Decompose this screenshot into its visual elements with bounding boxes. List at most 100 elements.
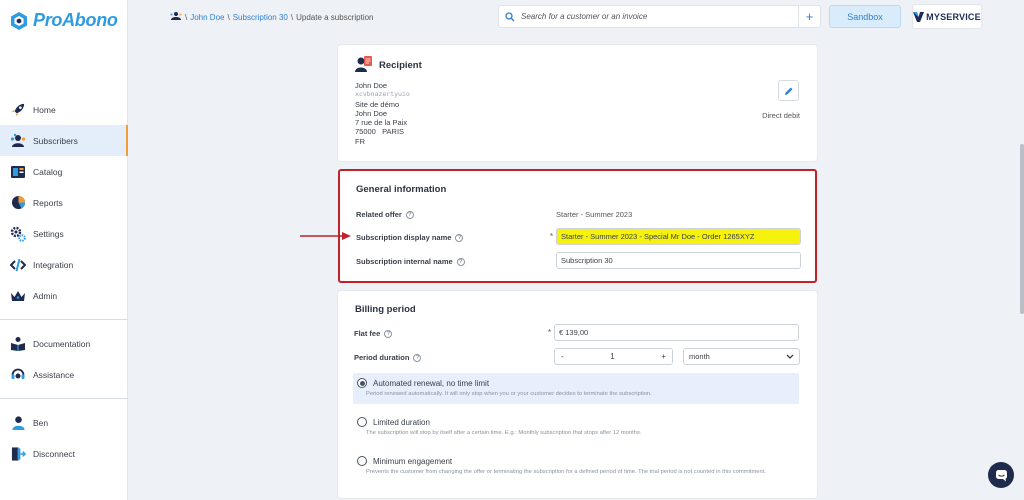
nav-label-catalog: Catalog [33,166,63,177]
general-information-card: General information Related offer ? Star… [338,169,817,283]
nav-item-subscribers[interactable]: Subscribers [0,125,128,156]
sidebar: ProAbono Home Subscribers Catalog Report… [0,0,128,500]
help-icon[interactable]: ? [384,329,393,338]
nav-item-documentation[interactable]: Documentation [0,328,128,359]
period-unit-select[interactable]: month [683,348,800,365]
logo-icon [11,11,27,30]
nav-item-disconnect[interactable]: Disconnect [0,438,128,469]
pencil-icon [784,87,792,95]
breadcrumb-separator: \ [290,12,294,22]
nav-item-catalog[interactable]: Catalog [0,156,128,187]
flat-fee-field[interactable]: € 139,00 [554,324,799,341]
chat-button[interactable] [988,462,1014,488]
rocket-icon [10,102,26,118]
headset-icon [10,367,26,383]
help-icon[interactable]: ? [405,210,414,219]
search-bar: + [498,5,821,28]
option-description: Period renewed automatically. It will on… [366,391,652,397]
display-name-field[interactable]: Starter - Summer 2023 - Special Mr Doe -… [556,228,801,245]
internal-name-field[interactable]: Subscription 30 [556,252,801,269]
breadcrumb-home-icon[interactable] [170,11,182,23]
recipient-country: FR [355,136,365,146]
sandbox-button[interactable]: Sandbox [829,5,901,28]
topbar: \ John Doe \ Subscription 30 \ Update a … [128,0,1024,34]
nav-item-user[interactable]: Ben [0,407,128,438]
scrollbar[interactable] [1018,0,1024,500]
nav-label-reports: Reports [33,197,63,208]
brand-switcher[interactable]: MYSERVICE [912,4,982,29]
add-button[interactable]: + [798,6,820,27]
search-input[interactable] [521,12,798,21]
edit-recipient-button[interactable] [778,80,799,101]
nav-divider [0,398,128,399]
option-description: Prevents the customer from changing the … [366,469,766,475]
help-icon[interactable]: ? [455,233,464,242]
display-name-label: Subscription display name ? [356,233,464,242]
recipient-title: Recipient [379,59,422,71]
recipient-name: John Doe [355,81,388,90]
period-duration-stepper: - 1 + [554,348,673,365]
user-icon [10,415,26,431]
nav-item-settings[interactable]: Settings [0,218,128,249]
billing-period-card: Billing period Flat fee ? * € 139,00 Per… [338,291,817,498]
billing-title: Billing period [355,304,416,315]
recipient-reference: xcvbnazertyuio [355,90,410,99]
period-unit-value: month [689,352,710,361]
breadcrumb-customer[interactable]: John Doe [190,13,224,22]
breadcrumb-current: Update a subscription [296,12,374,22]
period-duration-label: Period duration ? [354,353,422,362]
nav-item-reports[interactable]: Reports [0,187,128,218]
nav-label-documentation: Documentation [33,338,91,349]
renewal-option-automated[interactable]: Automated renewal, no time limit Period … [353,373,799,404]
radio-button[interactable] [357,378,367,388]
nav-item-assistance[interactable]: Assistance [0,359,128,390]
option-label: Automated renewal, no time limit [373,378,490,388]
logout-icon [10,446,26,462]
recipient-city: 75000 PARIS [355,127,405,137]
payment-method: Direct debit [762,111,800,120]
recipient-header: Recipient [355,56,422,74]
radio-button[interactable] [357,456,367,466]
nav-label-home: Home [33,104,56,115]
recipient-card: Recipient John Doe xcvbnazertyuio Site d… [338,45,817,161]
increment-button[interactable]: + [661,352,666,361]
crown-icon [10,288,26,304]
nav-label-assistance: Assistance [33,369,75,380]
help-icon[interactable]: ? [413,353,422,362]
nav-item-admin[interactable]: Admin [0,280,128,311]
recipient-street: 7 rue de la Paix [355,118,408,128]
search-icon[interactable] [499,6,521,27]
radio-button[interactable] [357,417,367,427]
related-offer-value: Starter - Summer 2023 [556,210,633,219]
logo[interactable]: ProAbono [10,10,118,31]
nav-item-home[interactable]: Home [0,94,128,125]
renewal-option-limited[interactable]: Limited duration The subscription will s… [353,412,799,443]
breadcrumb-subscription[interactable]: Subscription 30 [233,13,288,22]
chevron-down-icon [786,354,794,359]
nav-label-settings: Settings [33,228,64,239]
nav-item-integration[interactable]: Integration [0,249,128,280]
stepper-value[interactable]: 1 [610,352,614,361]
recipient-icon [355,56,373,74]
related-offer-label: Related offer ? [356,210,414,219]
main-nav: Home Subscribers Catalog Reports Setting… [0,94,128,469]
breadcrumb: \ John Doe \ Subscription 30 \ Update a … [170,11,374,23]
option-label: Minimum engagement [373,456,453,466]
scrollbar-thumb[interactable] [1020,144,1024,314]
annotation-arrow [300,232,351,240]
help-icon[interactable]: ? [456,257,465,266]
decrement-button[interactable]: - [561,352,564,361]
brand-label: MYSERVICE [926,11,981,22]
flat-fee-label: Flat fee ? [354,329,393,338]
renewal-option-minimum[interactable]: Minimum engagement Prevents the customer… [353,451,799,482]
recipient-address: John Doe xcvbnazertyuio Site de démo Joh… [355,81,410,146]
option-description: The subscription will stop by itself aft… [366,430,642,436]
required-mark: * [548,328,552,337]
integration-icon [10,257,26,273]
option-label: Limited duration [373,417,430,427]
subscribers-icon [10,133,26,149]
recipient-company: Site de démo [355,99,400,109]
nav-label-integration: Integration [33,259,74,270]
nav-label-disconnect: Disconnect [33,448,76,459]
chat-icon [995,469,1007,481]
